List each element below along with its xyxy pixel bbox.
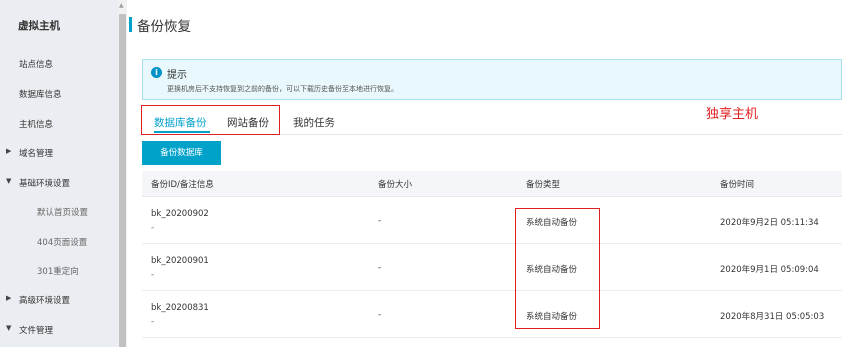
backup-time: 2020年8月31日 05:05:03 [720, 312, 825, 322]
notice-text: 更换机房后不支持恢复到之前的备份，可以下载历史备份至本地进行恢复。 [167, 85, 398, 93]
tabs-highlight-box [141, 105, 280, 135]
main-content: 备份恢复 i 提示 更换机房后不支持恢复到之前的备份，可以下载历史备份至本地进行… [127, 0, 843, 347]
column-header: 备份时间 [720, 180, 755, 190]
table-row: bk_20200902 - - 系统自动备份 2020年9月2日 05:11:3… [142, 197, 842, 244]
sidebar-scrollbar[interactable]: ▲ [118, 0, 127, 347]
caret-right-icon: ▶ [6, 294, 12, 302]
sidebar-item-default-homepage[interactable]: 默认首页设置 [0, 206, 118, 220]
table-row: bk_20200831 - - 系统自动备份 2020年8月31日 05:05:… [142, 291, 842, 338]
annotation-label: 独享主机 [706, 107, 759, 122]
sidebar-item-label: 301重定向 [37, 267, 79, 277]
caret-down-icon: ▼ [6, 177, 12, 185]
backup-size: - [378, 310, 382, 320]
sidebar-item-label: 站点信息 [19, 60, 54, 70]
scroll-up-arrow-icon[interactable]: ▲ [119, 2, 124, 9]
backup-database-button[interactable]: 备份数据库 [142, 141, 221, 165]
sidebar-item-advanced-env-settings[interactable]: ▶ 高级环境设置 [0, 294, 118, 308]
sidebar-item-label: 高级环境设置 [19, 296, 71, 306]
sidebar-item-database-info[interactable]: 数据库信息 [0, 88, 118, 102]
app-window: 虚拟主机 站点信息 数据库信息 主机信息 ▶ 域名管理 ▼ 基础环境设置 默认首… [0, 0, 843, 347]
sidebar-item-404-page[interactable]: 404页面设置 [0, 236, 118, 250]
notice-title: 提示 [167, 70, 187, 81]
sidebar: 虚拟主机 站点信息 数据库信息 主机信息 ▶ 域名管理 ▼ 基础环境设置 默认首… [0, 0, 118, 347]
sidebar-item-domain-management[interactable]: ▶ 域名管理 [0, 147, 118, 161]
scrollbar-thumb[interactable] [119, 14, 126, 347]
backup-note: - [151, 223, 155, 233]
backup-note: - [151, 317, 155, 327]
sidebar-item-label: 主机信息 [19, 120, 54, 130]
backup-size: - [378, 216, 382, 226]
backup-id: bk_20200902 [151, 209, 209, 219]
table-row: bk_20200901 - - 系统自动备份 2020年9月1日 05:09:0… [142, 244, 842, 291]
info-notice: i 提示 更换机房后不支持恢复到之前的备份，可以下载历史备份至本地进行恢复。 [142, 59, 842, 100]
column-header: 备份类型 [526, 180, 561, 190]
sidebar-item-host-info[interactable]: 主机信息 [0, 118, 118, 132]
backup-size: - [378, 263, 382, 273]
sidebar-item-301-redirect[interactable]: 301重定向 [0, 265, 118, 279]
sidebar-title: 虚拟主机 [18, 20, 60, 32]
sidebar-item-label: 文件管理 [19, 326, 54, 336]
sidebar-item-label: 域名管理 [19, 149, 54, 159]
sidebar-item-site-info[interactable]: 站点信息 [0, 58, 118, 72]
info-icon: i [151, 67, 162, 78]
page-title: 备份恢复 [137, 19, 191, 35]
sidebar-item-basic-env-settings[interactable]: ▼ 基础环境设置 [0, 177, 118, 191]
sidebar-item-label: 默认首页设置 [37, 208, 89, 218]
column-header: 备份大小 [378, 180, 413, 190]
backup-time: 2020年9月1日 05:09:04 [720, 265, 819, 275]
table-header: 备份ID/备注信息 备份大小 备份类型 备份时间 [142, 171, 842, 197]
backup-id: bk_20200831 [151, 303, 209, 313]
sidebar-item-label: 基础环境设置 [19, 179, 71, 189]
tab-my-tasks[interactable]: 我的任务 [293, 115, 335, 130]
caret-down-icon: ▼ [6, 324, 12, 332]
title-accent-bar [129, 17, 132, 32]
sidebar-item-file-management[interactable]: ▼ 文件管理 [0, 324, 118, 338]
sidebar-item-label: 404页面设置 [37, 238, 88, 248]
sidebar-item-label: 数据库信息 [19, 90, 62, 100]
backup-time: 2020年9月2日 05:11:34 [720, 218, 819, 228]
backup-id: bk_20200901 [151, 256, 209, 266]
caret-right-icon: ▶ [6, 147, 12, 155]
backup-note: - [151, 270, 155, 280]
backup-type-highlight-box [515, 208, 600, 329]
column-header: 备份ID/备注信息 [151, 180, 214, 190]
